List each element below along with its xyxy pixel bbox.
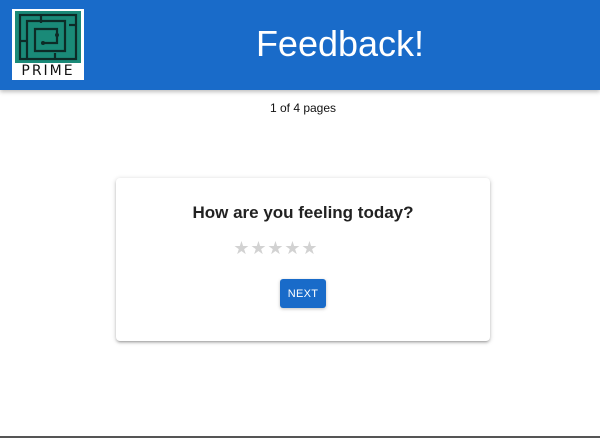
star-icon[interactable]: ★ — [301, 239, 318, 257]
app-header: PRIME Feedback! — [0, 0, 600, 90]
star-icon[interactable]: ★ — [284, 239, 301, 257]
prime-logo: PRIME — [12, 9, 84, 80]
star-icon[interactable]: ★ — [233, 239, 250, 257]
logo-text: PRIME — [21, 63, 75, 79]
star-rating[interactable]: ★ ★ ★ ★ ★ — [233, 239, 318, 259]
next-button[interactable]: NEXT — [280, 279, 326, 308]
page-indicator: 1 of 4 pages — [269, 101, 337, 115]
prime-maze-logo-icon — [15, 11, 81, 63]
star-icon[interactable]: ★ — [250, 239, 267, 257]
star-icon[interactable]: ★ — [267, 239, 284, 257]
page-title: Feedback! — [255, 23, 425, 64]
question-text: How are you feeling today? — [192, 203, 414, 222]
feedback-card: How are you feeling today? ★ ★ ★ ★ ★ NEX… — [116, 178, 490, 341]
feedback-app: PRIME Feedback! 1 of 4 pages How are you… — [0, 0, 600, 438]
